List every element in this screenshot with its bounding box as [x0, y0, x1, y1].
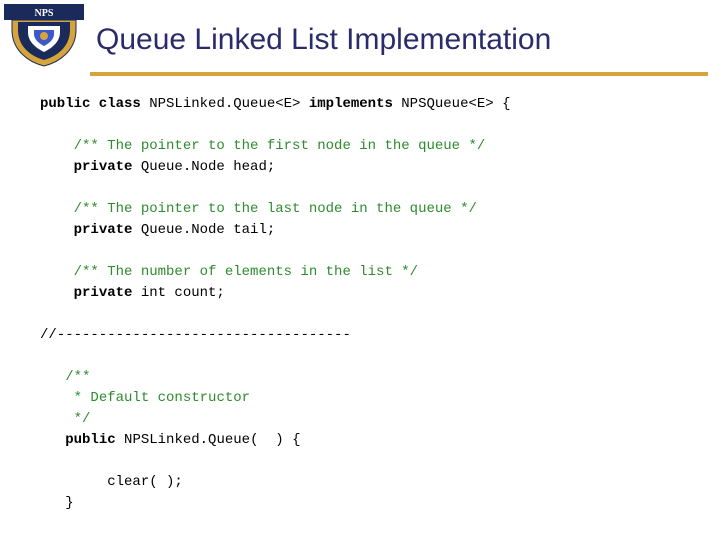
separator: //----------------------------------- [40, 327, 351, 343]
svg-text:NPS: NPS [35, 8, 54, 19]
comment-tail: /** The pointer to the last node in the … [74, 201, 477, 217]
slide-title: Queue Linked List Implementation [96, 15, 551, 57]
field-count: int count; [132, 285, 224, 301]
class-name: NPSLinked.Queue<E> [141, 96, 309, 112]
kw-public-class: public class [40, 96, 141, 112]
slide-header: NPS Queue Linked List Implementation [0, 0, 720, 68]
kw-private-2: private [74, 222, 133, 238]
kw-private-3: private [74, 285, 133, 301]
kw-implements: implements [309, 96, 393, 112]
comment-ctor-2: * Default constructor [65, 390, 250, 406]
comment-count: /** The number of elements in the list *… [74, 264, 418, 280]
code-block: public class NPSLinked.Queue<E> implemen… [0, 76, 720, 514]
field-tail: Queue.Node tail; [132, 222, 275, 238]
ctor-body: clear( ); [107, 474, 183, 490]
kw-public: public [65, 432, 115, 448]
kw-private-1: private [74, 159, 133, 175]
ctor-sig: NPSLinked.Queue( ) { [116, 432, 301, 448]
nps-logo: NPS [4, 4, 84, 68]
close-brace: } [65, 495, 73, 511]
iface-name: NPSQueue<E> { [393, 96, 511, 112]
comment-ctor-1: /** [65, 369, 90, 385]
comment-head: /** The pointer to the first node in the… [74, 138, 486, 154]
field-head: Queue.Node head; [132, 159, 275, 175]
comment-ctor-3: */ [65, 411, 90, 427]
